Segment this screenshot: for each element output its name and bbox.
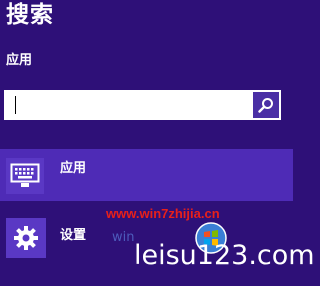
magnifier-icon [258,98,273,113]
text-caret [15,96,16,114]
keyboard-icon [10,163,40,187]
search-box[interactable] [4,90,281,120]
pane-title: 搜索 [6,2,54,28]
gear-icon [14,226,38,250]
faint-watermark-text: win [112,230,135,245]
result-label-apps: 应用 [60,161,87,176]
apps-tile [6,158,44,194]
result-item-apps[interactable]: 应用 [0,149,293,201]
search-scope-label[interactable]: 应用 [6,52,32,70]
search-button[interactable] [253,92,279,118]
search-input[interactable] [4,90,249,120]
settings-tile [6,218,46,258]
watermark-site-url: www.win7zhijia.cn [106,206,220,221]
result-label-settings: 设置 [60,228,87,243]
watermark-site-name: leisu123.com [134,240,315,271]
search-charm-pane: 搜索 应用 应用 设置 win www.win7zhijia.cn leisu1… [0,0,315,286]
